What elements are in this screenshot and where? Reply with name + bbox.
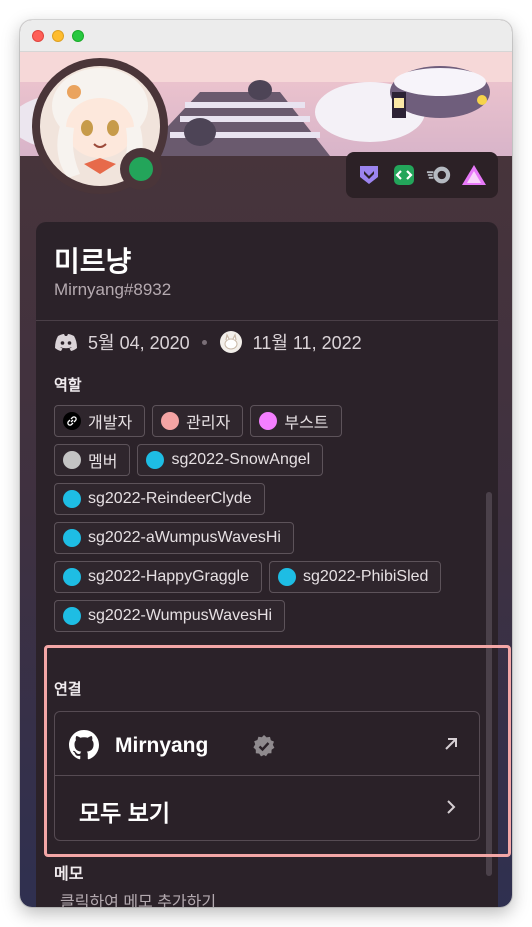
date-separator [201,339,207,345]
active-developer-icon[interactable] [391,162,417,188]
divider [36,320,498,321]
role-label: sg2022-aWumpusWavesHi [88,529,281,546]
connections-highlight [44,645,511,857]
role-chip[interactable]: sg2022-PhibiSled [269,561,442,593]
role-label: 개발자 [88,415,133,432]
role-label: sg2022-HappyGraggle [88,568,249,585]
role-chip[interactable]: sg2022-WumpusWavesHi [54,600,286,632]
role-chip[interactable]: 관리자 [152,405,244,437]
nitro-icon[interactable] [426,162,452,188]
note-input[interactable] [60,894,460,907]
role-color-dot [278,568,296,586]
note-title: 메모 [54,866,84,883]
role-chip[interactable]: 멤버 [54,444,131,476]
role-color-dot [63,490,81,508]
role-color-dot [161,412,180,430]
role-chip[interactable]: sg2022-aWumpusWavesHi [54,522,294,554]
role-color-dot [146,451,165,469]
role-label: sg2022-PhibiSled [303,568,429,585]
role-list: 개발자 관리자 부스트 멤버 sg2022-SnowAngel sg2022-R… [54,405,484,639]
role-chip[interactable]: sg2022-SnowAngel [137,444,324,476]
role-chip[interactable]: sg2022-ReindeerClyde [54,483,265,515]
zoom-window-button[interactable] [72,30,84,42]
display-name: 미르냥 [54,246,132,277]
role-label: 멤버 [88,454,118,471]
online-status-icon [129,157,153,181]
role-color-dot [63,607,81,625]
role-label: sg2022-ReindeerClyde [88,490,252,507]
user-tag: Mirnyang#8932 [54,280,172,299]
early-supporter-icon[interactable] [461,162,487,188]
role-chip[interactable]: 개발자 [54,405,146,437]
roles-title: 역할 [54,377,82,394]
member-since-row: 5월 04, 2020 11월 11, 2022 [54,330,362,354]
link-icon [63,412,81,430]
badge-list [346,152,498,198]
hypesquad-bravery-icon[interactable] [356,162,382,188]
role-color-dot [63,451,81,469]
close-window-button[interactable] [32,30,44,42]
role-label: sg2022-SnowAngel [171,451,311,468]
discord-logo-icon [54,330,78,354]
role-chip[interactable]: sg2022-HappyGraggle [54,561,262,593]
role-color-dot [63,568,81,586]
server-icon [219,330,243,354]
discord-join-date: 5월 04, 2020 [88,333,190,353]
title-bar [20,20,512,52]
role-label: 관리자 [186,415,231,432]
role-chip[interactable]: 부스트 [250,405,342,437]
profile-window: 미르냥 Mirnyang#8932 5월 04, 2020 11월 11, 20… [20,20,512,907]
role-color-dot [259,412,278,430]
role-color-dot [63,529,81,547]
role-label: 부스트 [284,415,329,432]
minimize-window-button[interactable] [52,30,64,42]
server-join-date: 11월 11, 2022 [252,333,362,353]
role-label: sg2022-WumpusWavesHi [88,607,273,624]
